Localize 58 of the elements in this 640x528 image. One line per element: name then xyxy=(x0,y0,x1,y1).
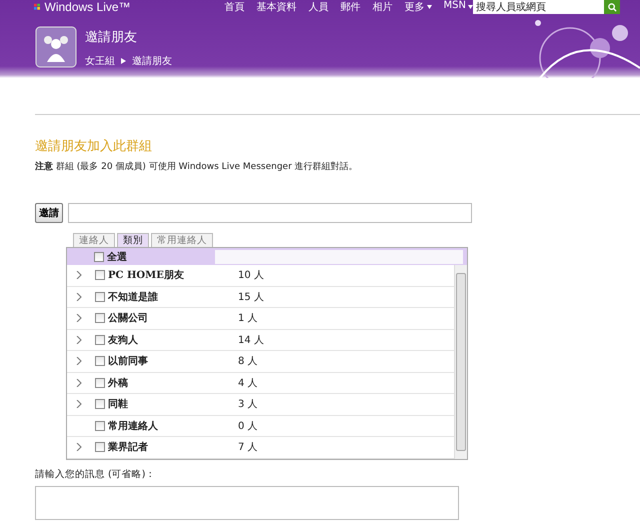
member-count: 10 人 xyxy=(238,269,264,282)
nav-link[interactable]: MSN xyxy=(444,0,466,14)
category-name: 以前同事 xyxy=(108,354,149,368)
checkbox[interactable] xyxy=(95,313,105,324)
scrollbar[interactable] xyxy=(454,265,467,458)
invite-field[interactable] xyxy=(68,203,472,223)
category-name: 業界記者 xyxy=(108,440,149,454)
nav-link[interactable]: 更多 xyxy=(404,0,425,14)
checkbox[interactable] xyxy=(95,270,105,280)
checkbox[interactable] xyxy=(95,292,105,302)
nav-link[interactable]: 首頁 xyxy=(224,0,245,14)
member-count: 7 人 xyxy=(238,441,258,454)
message-label: 請輸入您的訊息 (可省略)： xyxy=(35,468,156,480)
breadcrumb-arrow-icon xyxy=(121,58,126,64)
checkbox[interactable] xyxy=(95,442,105,452)
member-count: 4 人 xyxy=(238,376,258,390)
people-icon xyxy=(35,26,77,68)
nav-link[interactable]: 郵件 xyxy=(340,0,361,14)
member-count: 15 人 xyxy=(238,290,264,304)
tab[interactable]: 常用連絡人 xyxy=(151,233,213,247)
select-all-label: 全選 xyxy=(107,250,127,264)
nav-link[interactable]: 基本資料 xyxy=(256,0,297,14)
nav-link[interactable]: 相片 xyxy=(372,0,393,14)
filter-field[interactable] xyxy=(215,250,463,264)
message-field[interactable] xyxy=(35,486,459,520)
search-button[interactable] xyxy=(604,0,620,14)
category-name: 外稿 xyxy=(108,376,129,390)
dropdown-caret-icon[interactable] xyxy=(468,5,473,9)
member-count: 14 人 xyxy=(238,334,264,347)
dropdown-caret-icon[interactable] xyxy=(426,5,432,9)
checkbox[interactable] xyxy=(95,420,105,431)
member-count: 0 人 xyxy=(238,420,258,433)
note-text: 注意 群組 (最多 20 個成員) 可使用 Windows Live Messenger 進行群組對話。 xyxy=(35,160,359,173)
search-field[interactable]: 搜尋人員或網頁 xyxy=(473,0,620,14)
category-name: 不知道是誰 xyxy=(108,290,159,304)
nav-link[interactable]: 人員 xyxy=(308,0,329,14)
member-count: 1 人 xyxy=(238,312,258,326)
member-count: 3 人 xyxy=(238,398,258,412)
brand-name: Windows Live™ xyxy=(44,0,131,14)
breadcrumb-link[interactable]: 女王組 xyxy=(85,54,115,68)
page-title: 邀請朋友 xyxy=(85,29,138,46)
checkbox[interactable] xyxy=(95,356,105,366)
checkbox[interactable] xyxy=(95,334,105,345)
search-icon xyxy=(608,2,616,12)
checkbox[interactable] xyxy=(94,252,104,262)
invite-button[interactable]: 邀請 xyxy=(35,203,63,223)
checkbox[interactable] xyxy=(95,399,105,410)
breadcrumb-link[interactable]: 邀請朋友 xyxy=(132,54,172,68)
category-name: PC HOME朋友 xyxy=(108,268,185,282)
tab[interactable]: 連絡人 xyxy=(73,233,115,247)
section-heading: 邀請朋友加入此群組 xyxy=(35,138,153,155)
member-count: 8 人 xyxy=(238,355,258,368)
category-name: 常用連絡人 xyxy=(108,420,159,433)
category-name: 同鞋 xyxy=(108,398,129,412)
checkbox[interactable] xyxy=(95,378,105,388)
category-name: 友狗人 xyxy=(108,334,139,347)
tab[interactable]: 類別 xyxy=(117,233,149,247)
category-name: 公關公司 xyxy=(108,312,149,326)
